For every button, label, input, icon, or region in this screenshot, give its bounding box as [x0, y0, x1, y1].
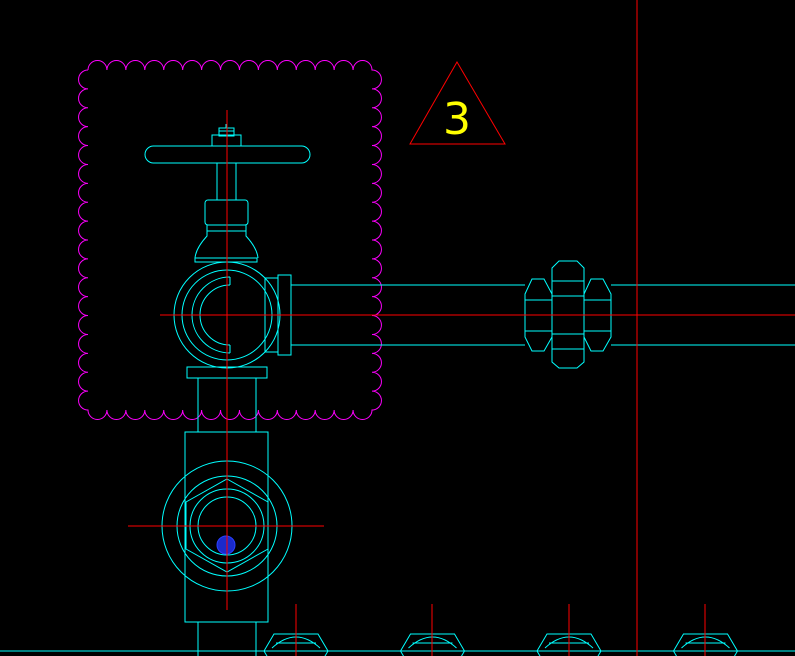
revision-label: 3	[443, 94, 471, 145]
revision-cloud[interactable]	[78, 60, 382, 420]
cad-drawing-canvas[interactable]: 3	[0, 0, 795, 656]
bottom-fittings[interactable]	[0, 633, 795, 656]
revision-cloud-outline	[78, 60, 382, 420]
revision-tag[interactable]: 3	[409, 61, 506, 145]
marker-dot[interactable]	[216, 535, 236, 555]
